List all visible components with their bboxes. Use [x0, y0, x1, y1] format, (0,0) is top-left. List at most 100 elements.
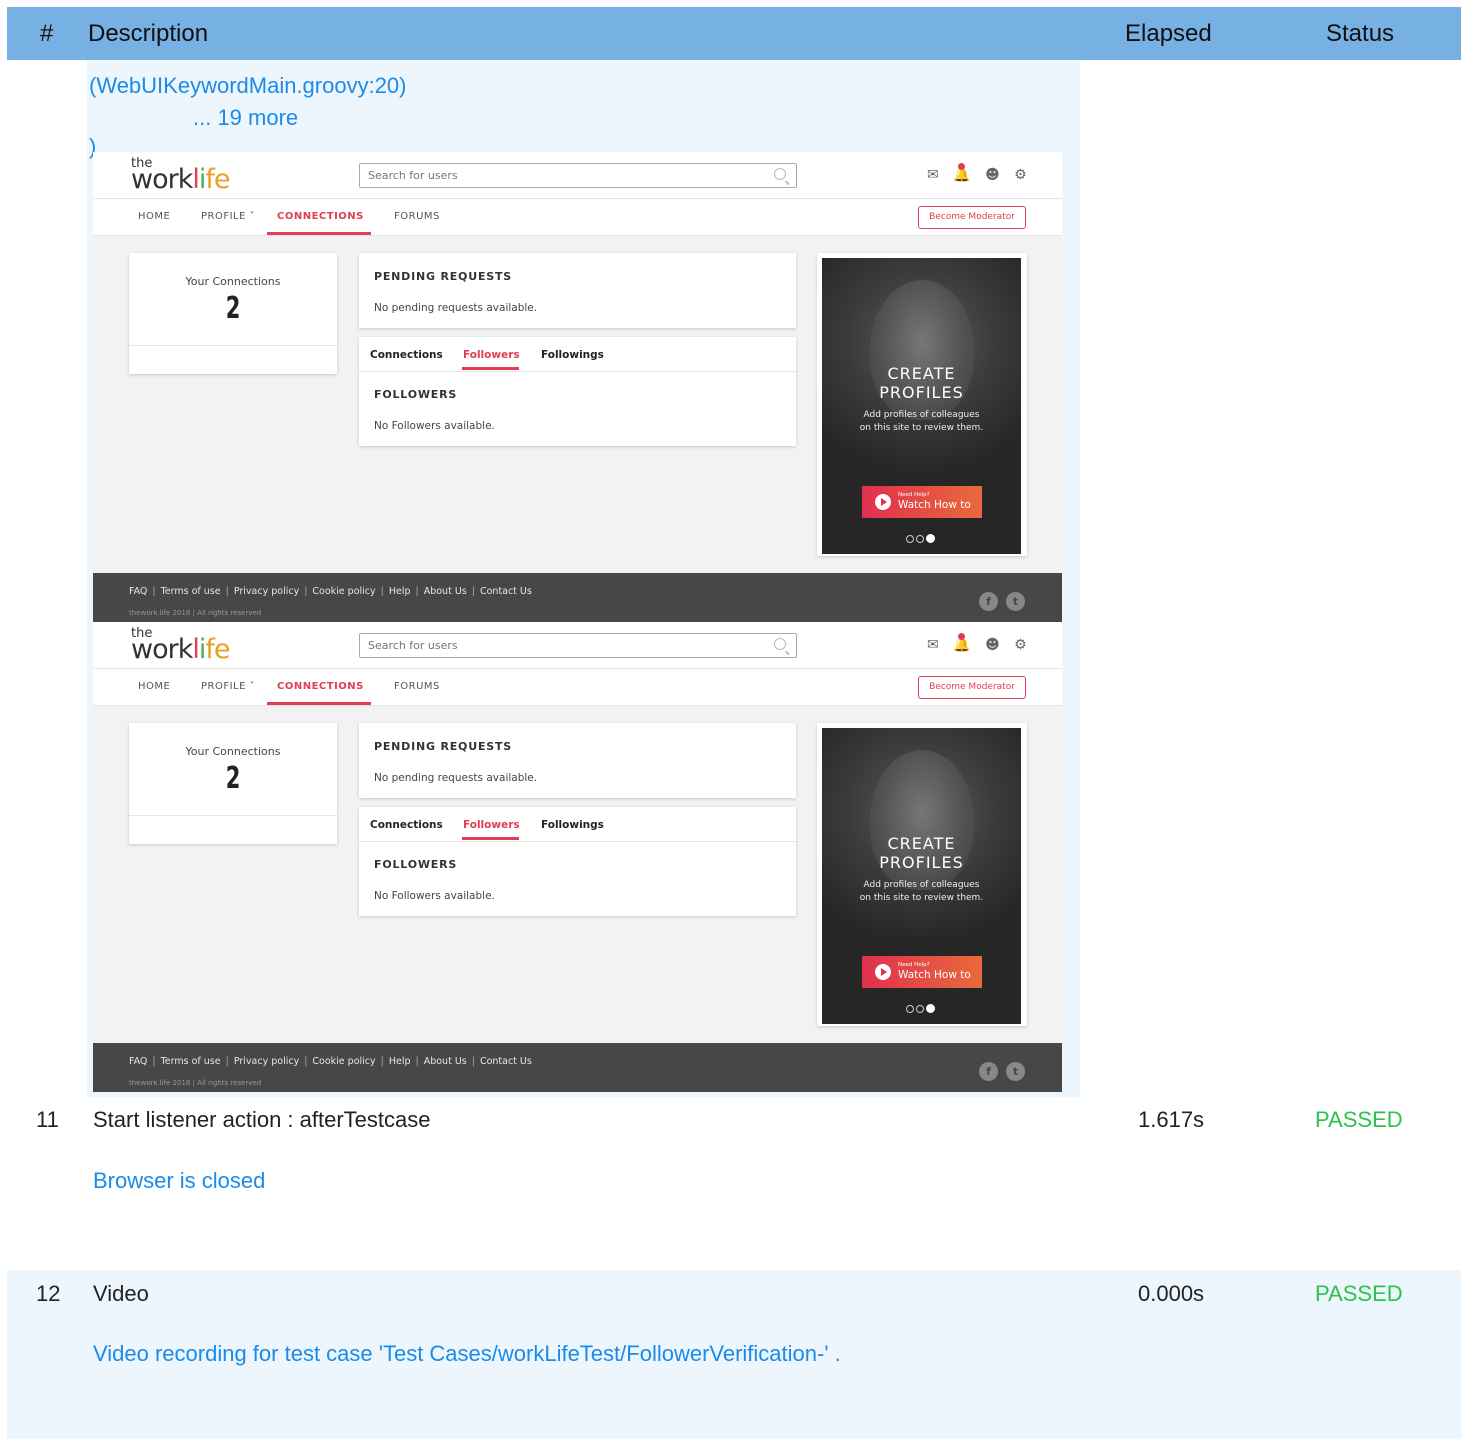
tab-followers[interactable]: Followers — [463, 349, 520, 361]
button-text: Watch How to — [898, 969, 971, 981]
footer-link-contact[interactable]: Contact Us — [480, 586, 532, 597]
stack-trace: (WebUIKeywordMain.groovy:20) ... 19 more… — [89, 70, 407, 160]
carousel-dot[interactable] — [906, 1005, 914, 1013]
table-header: # Description Elapsed Status — [7, 7, 1461, 60]
nav-active-indicator — [267, 702, 371, 705]
search-box[interactable] — [359, 163, 797, 188]
become-moderator-button[interactable]: Become Moderator — [918, 676, 1026, 699]
row-message[interactable]: Browser is closed — [93, 1168, 265, 1194]
promo-banner[interactable]: CREATE PROFILES Add profiles of colleagu… — [817, 723, 1027, 1026]
followers-text: No Followers available. — [374, 890, 495, 902]
watch-how-to-button[interactable]: Need Help? Watch How to — [862, 956, 982, 988]
twitter-icon[interactable]: t — [1006, 592, 1025, 611]
search-icon[interactable] — [774, 168, 786, 180]
carousel-dots — [906, 528, 937, 547]
nav-profile[interactable]: PROFILE ˅ — [201, 211, 255, 222]
screenshot-2[interactable]: the worklife ✉ 🔔 ☻ ⚙ HOME PROFILE ˅ CONN… — [93, 622, 1062, 1092]
table-row: 11 Start listener action : afterTestcase… — [7, 1097, 1461, 1270]
mail-icon[interactable]: ✉ — [927, 637, 939, 653]
tab-connections[interactable]: Connections — [370, 349, 443, 361]
promo-banner[interactable]: CREATE PROFILES Add profiles of colleagu… — [817, 253, 1027, 556]
carousel-dot-active[interactable] — [926, 534, 935, 543]
facebook-icon[interactable]: f — [979, 592, 998, 611]
footer-link-faq[interactable]: FAQ — [129, 586, 147, 597]
pending-text: No pending requests available. — [374, 772, 538, 784]
twitter-icon[interactable]: t — [1006, 1062, 1025, 1081]
gear-icon[interactable]: ⚙ — [1014, 637, 1027, 653]
nav-forums[interactable]: FORUMS — [394, 681, 440, 692]
promo-title-line1: CREATE — [887, 364, 956, 383]
search-input[interactable] — [360, 165, 766, 186]
nav-connections[interactable]: CONNECTIONS — [277, 681, 364, 692]
footer-links: FAQ | Terms of use | Privacy policy | Cookie p… — [129, 586, 532, 597]
watch-how-to-button[interactable]: Need Help? Watch How to — [862, 486, 982, 518]
footer-link-cookie[interactable]: Cookie policy — [312, 586, 375, 597]
gear-icon[interactable]: ⚙ — [1014, 167, 1027, 183]
row-message[interactable]: Video recording for test case 'Test Case… — [93, 1341, 841, 1367]
tab-connections[interactable]: Connections — [370, 819, 443, 831]
nav-forums[interactable]: FORUMS — [394, 211, 440, 222]
footer-link-cookie[interactable]: Cookie policy — [312, 1056, 375, 1067]
nav-active-indicator — [267, 232, 371, 235]
connections-card: Your Connections 2 — [129, 253, 337, 374]
footer-link-faq[interactable]: FAQ — [129, 1056, 147, 1067]
users-icon[interactable]: ☻ — [985, 637, 1000, 653]
status-badge: PASSED — [1315, 1281, 1403, 1306]
tab-followings[interactable]: Followings — [541, 819, 604, 831]
footer-link-terms[interactable]: Terms of use — [161, 586, 221, 597]
facebook-icon[interactable]: f — [979, 1062, 998, 1081]
footer-copyright: thework.life 2018 | All rights reserved — [129, 1079, 262, 1087]
promo-image: CREATE PROFILES Add profiles of colleagu… — [822, 258, 1021, 554]
search-box[interactable] — [359, 633, 797, 658]
connections-label: Your Connections — [185, 745, 281, 758]
footer-link-about[interactable]: About Us — [424, 586, 467, 597]
notification-badge — [957, 163, 965, 170]
footer-copyright: thework.life 2018 | All rights reserved — [129, 609, 262, 617]
bell-icon[interactable]: 🔔 — [953, 163, 971, 183]
play-icon — [875, 494, 891, 510]
bell-icon[interactable]: 🔔 — [953, 633, 971, 653]
footer-link-contact[interactable]: Contact Us — [480, 1056, 532, 1067]
search-icon[interactable] — [774, 638, 786, 650]
footer-link-help[interactable]: Help — [389, 1056, 411, 1067]
nav-connections[interactable]: CONNECTIONS — [277, 211, 364, 222]
footer-link-privacy[interactable]: Privacy policy — [234, 586, 299, 597]
users-icon[interactable]: ☻ — [985, 167, 1000, 183]
footer-link-terms[interactable]: Terms of use — [161, 1056, 221, 1067]
carousel-dot-active[interactable] — [926, 1004, 935, 1013]
carousel-dot[interactable] — [916, 1005, 924, 1013]
header-description: Description — [88, 20, 209, 47]
nav-home[interactable]: HOME — [138, 211, 170, 222]
site-footer: FAQ | Terms of use | Privacy policy | Cookie p… — [93, 1043, 1062, 1092]
stack-line: ... 19 more — [193, 105, 299, 130]
search-input[interactable] — [360, 635, 766, 656]
table-row: 12 Video 0.000s PASSED Video recording f… — [7, 1270, 1461, 1439]
play-icon — [875, 964, 891, 980]
site-logo[interactable]: the worklife — [131, 156, 231, 195]
footer-link-help[interactable]: Help — [389, 586, 411, 597]
button-text: Watch How to — [898, 499, 971, 511]
promo-sub-line2: on this site to review them. — [859, 893, 984, 903]
nav-home[interactable]: HOME — [138, 681, 170, 692]
connections-count: 2 — [225, 761, 241, 796]
carousel-dot[interactable] — [906, 535, 914, 543]
promo-title-line1: CREATE — [887, 834, 956, 853]
header-icons: ✉ 🔔 ☻ ⚙ — [927, 633, 1037, 653]
tab-followings[interactable]: Followings — [541, 349, 604, 361]
tab-followers[interactable]: Followers — [463, 819, 520, 831]
status-badge: PASSED — [1315, 1107, 1403, 1132]
carousel-dot[interactable] — [916, 535, 924, 543]
promo-sub-line2: on this site to review them. — [859, 423, 984, 433]
row-elapsed: 1.617s — [1138, 1107, 1205, 1132]
footer-link-about[interactable]: About Us — [424, 1056, 467, 1067]
site-logo[interactable]: the worklife — [131, 626, 231, 665]
become-moderator-button[interactable]: Become Moderator — [918, 206, 1026, 229]
row-number: 11 — [36, 1107, 59, 1132]
mail-icon[interactable]: ✉ — [927, 167, 939, 183]
row-number: 12 — [36, 1281, 61, 1306]
screenshot-1[interactable]: the worklife ✉ 🔔 ☻ ⚙ HOME PROFILE ˅ CONN… — [93, 152, 1062, 622]
nav-profile[interactable]: PROFILE ˅ — [201, 681, 255, 692]
header-num: # — [40, 20, 54, 47]
footer-link-privacy[interactable]: Privacy policy — [234, 1056, 299, 1067]
row-description: Start listener action : afterTestcase — [93, 1107, 431, 1132]
